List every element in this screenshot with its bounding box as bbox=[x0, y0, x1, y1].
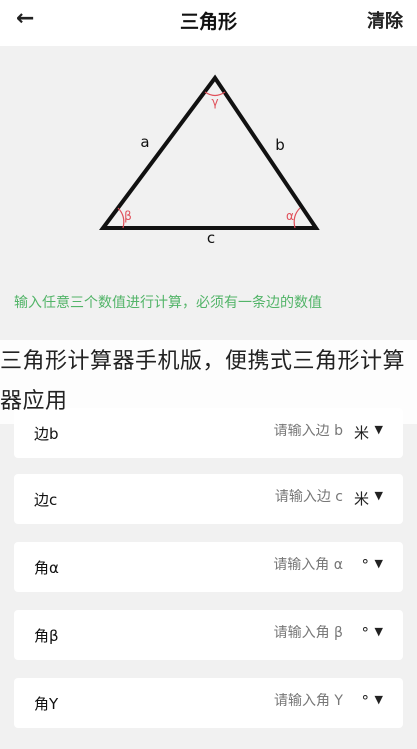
side-c-input[interactable] bbox=[183, 489, 343, 505]
angle-alpha-unit: ° bbox=[361, 556, 370, 574]
side-b-unit: 米 bbox=[353, 424, 369, 442]
angle-label-beta: β bbox=[124, 209, 132, 223]
page-title: 三角形 bbox=[179, 11, 237, 33]
chevron-down-icon[interactable]: ▼ bbox=[375, 693, 383, 706]
angle-beta-input[interactable] bbox=[183, 625, 343, 641]
angle-beta-unit: ° bbox=[361, 624, 370, 642]
side-label-c: c bbox=[207, 229, 215, 247]
clear-button[interactable]: 清除 bbox=[367, 7, 403, 33]
triangle-diagram: γ β α a b c bbox=[99, 74, 320, 247]
angle-alpha-field[interactable]: 角α ° ▼ bbox=[14, 542, 403, 592]
angle-gamma-field[interactable]: 角Y ° ▼ bbox=[14, 678, 403, 728]
side-b-label: 边b bbox=[34, 425, 59, 443]
side-label-a: a bbox=[140, 133, 149, 151]
angle-arc-alpha bbox=[293, 207, 301, 229]
angle-arc-beta bbox=[117, 207, 125, 229]
angle-label-gamma: γ bbox=[211, 95, 218, 109]
angle-label-alpha: α bbox=[286, 209, 294, 223]
chevron-down-icon[interactable]: ▼ bbox=[375, 423, 383, 436]
chevron-down-icon[interactable]: ▼ bbox=[375, 489, 383, 502]
side-c-field[interactable]: 边c 米 ▼ bbox=[14, 474, 403, 524]
angle-gamma-input[interactable] bbox=[183, 693, 343, 709]
angle-alpha-label: 角α bbox=[34, 559, 59, 577]
side-label-b: b bbox=[275, 136, 285, 154]
input-hint: 输入任意三个数值进行计算，必须有一条边的数值 bbox=[14, 295, 322, 311]
chevron-down-icon[interactable]: ▼ bbox=[375, 557, 383, 570]
side-c-unit: 米 bbox=[353, 490, 369, 508]
side-b-input[interactable] bbox=[183, 423, 343, 439]
angle-beta-field[interactable]: 角β ° ▼ bbox=[14, 610, 403, 660]
angle-beta-label: 角β bbox=[34, 627, 59, 645]
angle-gamma-unit: ° bbox=[361, 692, 370, 710]
angle-alpha-input[interactable] bbox=[183, 557, 343, 573]
angle-gamma-label: 角Y bbox=[34, 695, 59, 713]
side-c-label: 边c bbox=[34, 491, 58, 509]
chevron-down-icon[interactable]: ▼ bbox=[375, 625, 383, 638]
top-bar: ← 三角形 清除 bbox=[0, 0, 417, 46]
caption-overlay-text: 三角形计算器手机版，便携式三角形计算器应用 bbox=[0, 349, 406, 414]
